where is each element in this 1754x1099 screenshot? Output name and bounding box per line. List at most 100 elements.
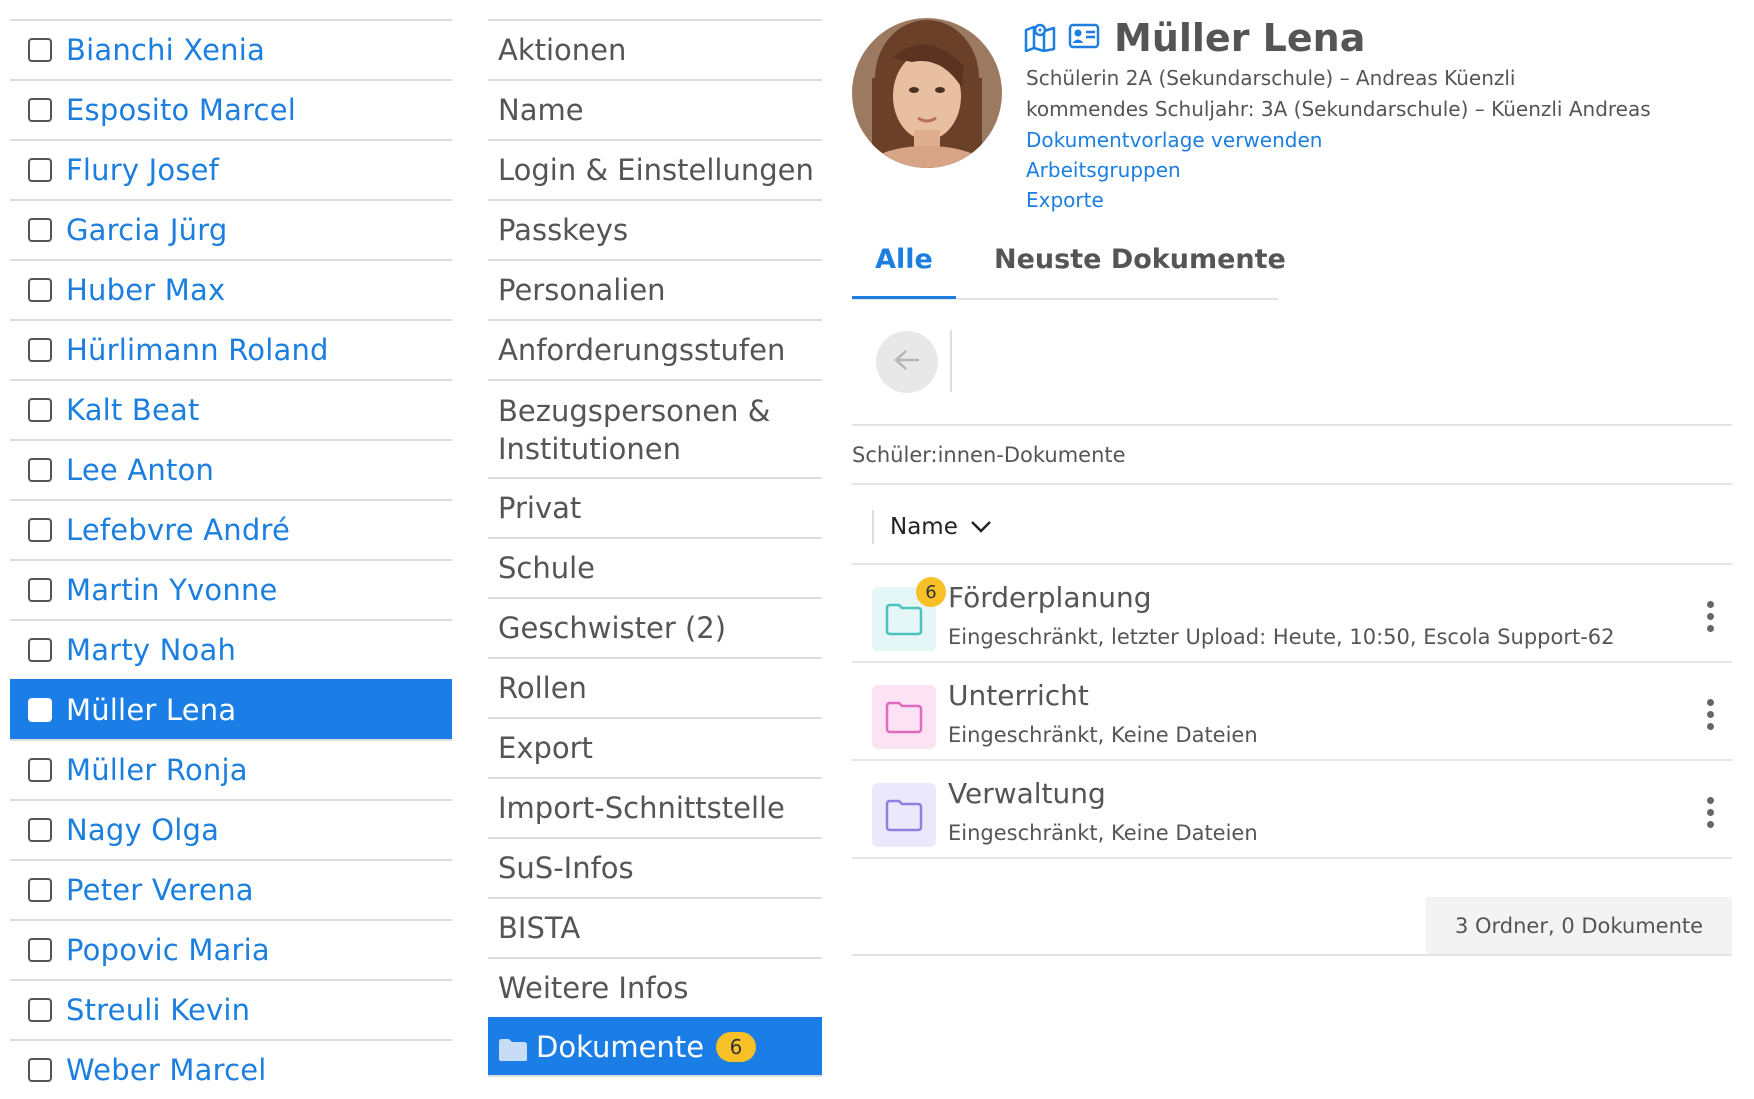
menu-item[interactable]: Anforderungsstufen bbox=[488, 319, 822, 379]
student-checkbox[interactable] bbox=[28, 758, 52, 782]
student-name[interactable]: Kalt Beat bbox=[66, 393, 200, 427]
student-checkbox[interactable] bbox=[28, 278, 52, 302]
student-checkbox[interactable] bbox=[28, 938, 52, 962]
menu-item[interactable]: Personalien bbox=[488, 259, 822, 319]
student-item[interactable]: Lee Anton bbox=[10, 439, 452, 499]
student-name[interactable]: Marty Noah bbox=[66, 633, 236, 667]
more-options-icon[interactable] bbox=[1704, 699, 1716, 735]
student-checkbox[interactable] bbox=[28, 1058, 52, 1082]
student-checkbox[interactable] bbox=[28, 818, 52, 842]
folder-meta: Eingeschränkt, letzter Upload: Heute, 10… bbox=[948, 625, 1615, 649]
folder-meta: Eingeschränkt, Keine Dateien bbox=[948, 723, 1258, 747]
chevron-down-icon bbox=[970, 520, 992, 534]
menu-item-documents[interactable]: Dokumente 6 bbox=[488, 1017, 822, 1077]
student-checkbox[interactable] bbox=[28, 998, 52, 1022]
student-checkbox[interactable] bbox=[28, 518, 52, 542]
student-item[interactable]: Streuli Kevin bbox=[10, 979, 452, 1039]
student-checkbox[interactable] bbox=[28, 338, 52, 362]
student-item[interactable]: Esposito Marcel bbox=[10, 79, 452, 139]
breadcrumb: Schüler:innen-Dokumente bbox=[852, 443, 1126, 467]
student-item[interactable]: Müller Ronja bbox=[10, 739, 452, 799]
student-name[interactable]: Bianchi Xenia bbox=[66, 33, 265, 67]
student-name[interactable]: Huber Max bbox=[66, 273, 225, 307]
student-name[interactable]: Weber Marcel bbox=[66, 1053, 267, 1087]
student-item[interactable]: Peter Verena bbox=[10, 859, 452, 919]
student-item[interactable]: Hürlimann Roland bbox=[10, 319, 452, 379]
menu-item[interactable]: Passkeys bbox=[488, 199, 822, 259]
menu-item[interactable]: Geschwister (2) bbox=[488, 597, 822, 657]
student-name[interactable]: Müller Lena bbox=[66, 693, 236, 727]
page-title: Müller Lena bbox=[1114, 16, 1366, 60]
student-name[interactable]: Müller Ronja bbox=[66, 753, 248, 787]
student-name[interactable]: Esposito Marcel bbox=[66, 93, 296, 127]
student-item[interactable]: Lefebvre André bbox=[10, 499, 452, 559]
student-checkbox[interactable] bbox=[28, 698, 52, 722]
student-name[interactable]: Lefebvre André bbox=[66, 513, 290, 547]
folder-name[interactable]: Förderplanung bbox=[948, 581, 1152, 614]
menu-item[interactable]: Import-Schnittstelle bbox=[488, 777, 822, 837]
student-item[interactable]: Kalt Beat bbox=[10, 379, 452, 439]
student-checkbox[interactable] bbox=[28, 398, 52, 422]
student-checkbox[interactable] bbox=[28, 218, 52, 242]
student-item[interactable]: Bianchi Xenia bbox=[10, 19, 452, 79]
student-name[interactable]: Nagy Olga bbox=[66, 813, 219, 847]
menu-item[interactable]: Aktionen bbox=[488, 19, 822, 79]
student-item[interactable]: Flury Josef bbox=[10, 139, 452, 199]
id-card-icon[interactable] bbox=[1068, 22, 1100, 56]
student-item[interactable]: Weber Marcel bbox=[10, 1039, 452, 1099]
student-name[interactable]: Flury Josef bbox=[66, 153, 219, 187]
menu-item[interactable]: Weitere Infos bbox=[488, 957, 822, 1017]
link-exports[interactable]: Exporte bbox=[1026, 188, 1104, 212]
menu-item[interactable]: Bezugspersonen & Institutionen bbox=[488, 379, 822, 477]
more-options-icon[interactable] bbox=[1704, 601, 1716, 637]
menu-item[interactable]: SuS-Infos bbox=[488, 837, 822, 897]
student-checkbox[interactable] bbox=[28, 98, 52, 122]
menu-item[interactable]: Schule bbox=[488, 537, 822, 597]
menu-item[interactable]: Login & Einstellungen bbox=[488, 139, 822, 199]
divider bbox=[852, 954, 1732, 956]
folder-name[interactable]: Verwaltung bbox=[948, 777, 1106, 810]
map-icon[interactable] bbox=[1024, 22, 1056, 56]
menu-item[interactable]: BISTA bbox=[488, 897, 822, 957]
student-item[interactable]: Huber Max bbox=[10, 259, 452, 319]
menu-item[interactable]: Privat bbox=[488, 477, 822, 537]
student-name[interactable]: Popovic Maria bbox=[66, 933, 270, 967]
folder-icon bbox=[872, 783, 936, 847]
toolbar-divider bbox=[950, 330, 952, 392]
student-name[interactable]: Garcia Jürg bbox=[66, 213, 227, 247]
student-name[interactable]: Martin Yvonne bbox=[66, 573, 278, 607]
menu-item[interactable]: Rollen bbox=[488, 657, 822, 717]
student-name[interactable]: Peter Verena bbox=[66, 873, 254, 907]
student-item[interactable]: Popovic Maria bbox=[10, 919, 452, 979]
student-name[interactable]: Hürlimann Roland bbox=[66, 333, 329, 367]
student-checkbox[interactable] bbox=[28, 878, 52, 902]
student-item[interactable]: Martin Yvonne bbox=[10, 559, 452, 619]
folder-name[interactable]: Unterricht bbox=[948, 679, 1089, 712]
student-item[interactable]: Garcia Jürg bbox=[10, 199, 452, 259]
tab-all[interactable]: Alle bbox=[852, 244, 956, 299]
tab-recent-documents[interactable]: Neuste Dokumente bbox=[994, 244, 1286, 275]
student-checkbox[interactable] bbox=[28, 458, 52, 482]
student-list: Bianchi Xenia Esposito Marcel Flury Josef G… bbox=[10, 19, 452, 1099]
student-checkbox[interactable] bbox=[28, 638, 52, 662]
student-checkbox[interactable] bbox=[28, 38, 52, 62]
folder-row[interactable]: Verwaltung Eingeschränkt, Keine Dateien bbox=[852, 761, 1732, 869]
back-button[interactable] bbox=[876, 331, 938, 393]
sort-name-header[interactable]: Name bbox=[872, 510, 992, 544]
student-checkbox[interactable] bbox=[28, 158, 52, 182]
student-item[interactable]: Marty Noah bbox=[10, 619, 452, 679]
student-checkbox[interactable] bbox=[28, 578, 52, 602]
student-name[interactable]: Lee Anton bbox=[66, 453, 214, 487]
menu-item[interactable]: Export bbox=[488, 717, 822, 777]
student-item[interactable]: Müller Lena bbox=[10, 679, 452, 739]
divider bbox=[852, 857, 1732, 859]
link-workgroups[interactable]: Arbeitsgruppen bbox=[1026, 158, 1181, 182]
menu-item[interactable]: Name bbox=[488, 79, 822, 139]
folder-row[interactable]: 6 Förderplanung Eingeschränkt, letzter Upl… bbox=[852, 565, 1732, 673]
student-item[interactable]: Nagy Olga bbox=[10, 799, 452, 859]
student-name[interactable]: Streuli Kevin bbox=[66, 993, 250, 1027]
documents-label: Dokumente bbox=[536, 1030, 705, 1064]
link-document-template[interactable]: Dokumentvorlage verwenden bbox=[1026, 128, 1322, 152]
folder-row[interactable]: Unterricht Eingeschränkt, Keine Dateien bbox=[852, 663, 1732, 771]
more-options-icon[interactable] bbox=[1704, 797, 1716, 833]
